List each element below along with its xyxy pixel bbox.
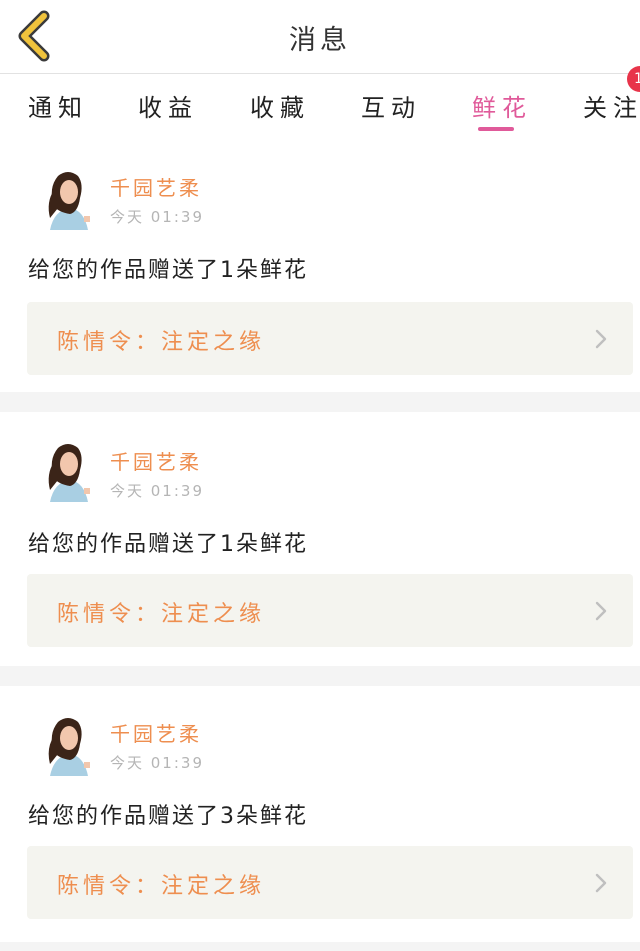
avatar[interactable] xyxy=(40,168,92,230)
work-link[interactable]: 陈情令：注定之缘 xyxy=(27,574,633,647)
timestamp: 今天 01:39 xyxy=(110,482,204,500)
tab-flowers[interactable]: 鲜花 xyxy=(472,88,532,123)
page-title: 消息 xyxy=(289,25,351,56)
sender-name[interactable]: 千园艺柔 xyxy=(110,718,202,747)
tab-favorites[interactable]: 收藏 xyxy=(250,88,310,123)
tab-earnings[interactable]: 收益 xyxy=(138,88,198,123)
message-card: 千园艺柔 今天 01:39 给您的作品赠送了3朵鲜花 陈情令：注定之缘 xyxy=(0,686,640,942)
avatar[interactable] xyxy=(40,714,92,776)
timestamp: 今天 01:39 xyxy=(110,208,204,226)
work-link[interactable]: 陈情令：注定之缘 xyxy=(27,846,633,919)
tab-interactions[interactable]: 互动 xyxy=(361,88,421,123)
message-card: 千园艺柔 今天 01:39 给您的作品赠送了1朵鲜花 陈情令：注定之缘 xyxy=(0,412,640,666)
work-title: 陈情令：注定之缘 xyxy=(57,602,266,627)
message-text: 给您的作品赠送了1朵鲜花 xyxy=(28,532,308,557)
chevron-right-icon xyxy=(595,329,607,349)
message-text: 给您的作品赠送了3朵鲜花 xyxy=(28,804,308,829)
active-tab-indicator xyxy=(478,127,514,131)
sender-name[interactable]: 千园艺柔 xyxy=(110,446,202,475)
chevron-right-icon xyxy=(595,601,607,621)
message-text: 给您的作品赠送了1朵鲜花 xyxy=(28,258,308,283)
work-title: 陈情令：注定之缘 xyxy=(57,330,266,355)
avatar[interactable] xyxy=(40,440,92,502)
sender-name[interactable]: 千园艺柔 xyxy=(110,172,202,201)
chevron-right-icon xyxy=(595,873,607,893)
top-bar: 消息 xyxy=(0,0,640,74)
work-title: 陈情令：注定之缘 xyxy=(57,874,266,899)
tab-bar: 通知 收益 收藏 互动 鲜花 关注 xyxy=(0,74,640,134)
timestamp: 今天 01:39 xyxy=(110,754,204,772)
work-link[interactable]: 陈情令：注定之缘 xyxy=(27,302,633,375)
message-card: 千园艺柔 今天 01:39 给您的作品赠送了1朵鲜花 陈情令：注定之缘 xyxy=(0,134,640,392)
tab-follows[interactable]: 关注 xyxy=(583,88,640,123)
tab-notifications[interactable]: 通知 xyxy=(28,88,88,123)
